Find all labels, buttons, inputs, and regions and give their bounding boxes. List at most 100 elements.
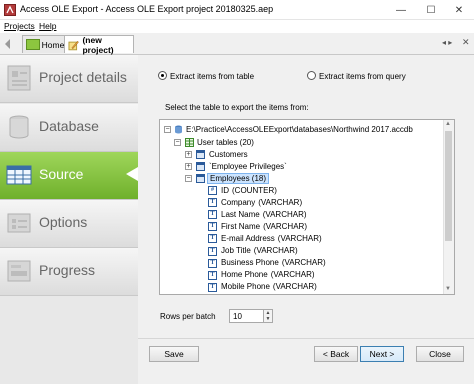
field-type: (VARCHAR) — [263, 221, 307, 231]
tab-new-project-label: (new project) — [82, 34, 114, 55]
footer-divider — [138, 338, 474, 339]
save-button[interactable]: Save — [149, 346, 199, 362]
tree-table-employees-selected[interactable]: Employees (18) — [207, 172, 270, 184]
menu-help[interactable]: Help — [39, 21, 56, 31]
field-name: First Name — [221, 221, 261, 231]
tab-home[interactable]: Home — [22, 35, 66, 53]
field-type: (VARCHAR) — [277, 233, 322, 243]
rows-per-batch-input[interactable]: 10 — [229, 309, 264, 323]
expand-employee-privileges-toggle[interactable]: + — [185, 163, 192, 170]
nav-label-options: Options — [39, 214, 88, 230]
database-file-icon — [175, 125, 182, 134]
tree-table-employee-privileges[interactable]: `Employee Privileges` — [209, 160, 287, 172]
field-name: Company — [221, 197, 256, 207]
field-name: ID — [221, 185, 229, 195]
tree-field-row[interactable]: Job Title (VARCHAR) — [221, 245, 298, 257]
menu-projects[interactable]: Projects — [4, 21, 35, 31]
tree-field-row[interactable]: Mobile Phone (VARCHAR) — [221, 281, 317, 293]
tree-user-tables[interactable]: User tables (20) — [197, 136, 254, 148]
text-field-icon: T — [208, 198, 217, 208]
nav-progress[interactable]: Progress — [0, 248, 138, 296]
tab-scroll-left-icon[interactable] — [4, 38, 12, 50]
window-title: Access OLE Export - Access OLE Export pr… — [20, 4, 274, 14]
text-field-icon: T — [208, 222, 217, 232]
home-tab-icon — [26, 39, 40, 50]
text-field-icon: T — [208, 210, 217, 220]
collapse-db-toggle[interactable]: − — [164, 126, 171, 133]
app-icon — [4, 4, 16, 16]
pencil-icon — [68, 40, 79, 50]
user-tables-icon — [185, 138, 194, 147]
back-button-label: < Back — [322, 349, 350, 359]
active-nav-pointer — [126, 167, 138, 181]
field-type: (COUNTER) — [232, 185, 277, 195]
scroll-up-icon[interactable]: ▲ — [445, 121, 451, 127]
text-field-icon: T — [208, 270, 217, 280]
back-button[interactable]: < Back — [314, 346, 358, 362]
spin-down-icon[interactable]: ▼ — [264, 316, 272, 322]
collapse-employees-toggle[interactable]: − — [185, 175, 192, 182]
collapse-user-tables-toggle[interactable]: − — [174, 139, 181, 146]
radio-extract-table[interactable] — [158, 71, 167, 80]
save-button-label: Save — [164, 349, 184, 359]
rows-per-batch-spinner[interactable]: ▲ ▼ — [263, 309, 273, 323]
field-name: E-mail Address — [221, 233, 275, 243]
field-name: Mobile Phone — [221, 282, 270, 292]
text-field-icon: T — [208, 258, 217, 268]
radio-extract-query-label[interactable]: Extract items from query — [319, 72, 406, 81]
tab-close-icon[interactable]: ✕ — [462, 37, 470, 48]
expand-customers-toggle[interactable]: + — [185, 151, 192, 158]
minimize-button[interactable]: — — [386, 0, 416, 20]
tab-new-project[interactable]: (new project) — [64, 34, 134, 55]
tree-field-row[interactable]: ID (COUNTER) — [221, 184, 277, 196]
radio-extract-query[interactable] — [307, 71, 316, 80]
nav-options[interactable]: Options — [0, 200, 138, 248]
field-type: (VARCHAR) — [270, 270, 315, 280]
tree-field-row[interactable]: First Name (VARCHAR) — [221, 220, 307, 232]
table-instruction: Select the table to export the items fro… — [165, 103, 309, 112]
table-icon — [196, 174, 205, 183]
menu-bar — [0, 20, 474, 33]
database-icon — [9, 115, 29, 139]
field-name: Business Phone — [221, 258, 279, 268]
rows-per-batch-label: Rows per batch — [160, 312, 216, 321]
nav-label-database: Database — [39, 118, 99, 134]
close-window-button[interactable]: ✕ — [444, 0, 474, 20]
progress-icon — [7, 260, 31, 282]
tree-field-row[interactable]: Home Phone (VARCHAR) — [221, 269, 315, 281]
tree-field-row[interactable]: E-mail Address (VARCHAR) — [221, 232, 322, 244]
nav-database[interactable]: Database — [0, 104, 138, 152]
next-button-label: Next > — [369, 349, 395, 359]
scroll-down-icon[interactable]: ▼ — [445, 286, 451, 292]
scrollbar-thumb[interactable] — [445, 131, 452, 241]
nav-label-progress: Progress — [39, 262, 96, 278]
project-details-icon — [7, 65, 31, 91]
radio-extract-table-label[interactable]: Extract items from table — [170, 72, 254, 81]
next-button[interactable]: Next > — [360, 346, 404, 362]
tree-field-row[interactable]: Company (VARCHAR) — [221, 196, 302, 208]
options-icon — [7, 213, 31, 233]
table-icon — [196, 150, 205, 159]
close-button-label: Close — [429, 349, 451, 359]
source-icon — [6, 165, 32, 185]
tree-field-row[interactable]: Business Phone (VARCHAR) — [221, 257, 326, 269]
nav-source[interactable]: Source — [0, 152, 138, 200]
tree-field-row[interactable]: Last Name (VARCHAR) — [221, 208, 307, 220]
field-name: Last Name — [221, 209, 260, 219]
text-field-icon: T — [208, 234, 217, 244]
field-type: (VARCHAR) — [253, 246, 298, 255]
nav-label-source: Source — [39, 166, 84, 182]
nav-project-details[interactable]: Project details — [0, 55, 138, 103]
field-type: (VARCHAR) — [262, 209, 307, 219]
field-type: (VARCHAR) — [272, 282, 317, 292]
field-type: (VARCHAR) — [281, 258, 326, 268]
close-button[interactable]: Close — [416, 346, 464, 362]
text-field-icon: T — [208, 246, 217, 256]
tree-table-customers[interactable]: Customers — [209, 148, 248, 160]
key-field-icon: # — [208, 186, 217, 195]
field-type: (VARCHAR) — [258, 197, 303, 207]
tree-db-path[interactable]: E:\Practice\AccessOLEExport\databases\No… — [186, 123, 413, 135]
nav-label-project-details: Project details — [39, 69, 127, 85]
maximize-button[interactable]: ☐ — [416, 0, 446, 20]
tab-nav-arrows-icon[interactable]: ◂ ▸ — [442, 38, 452, 47]
